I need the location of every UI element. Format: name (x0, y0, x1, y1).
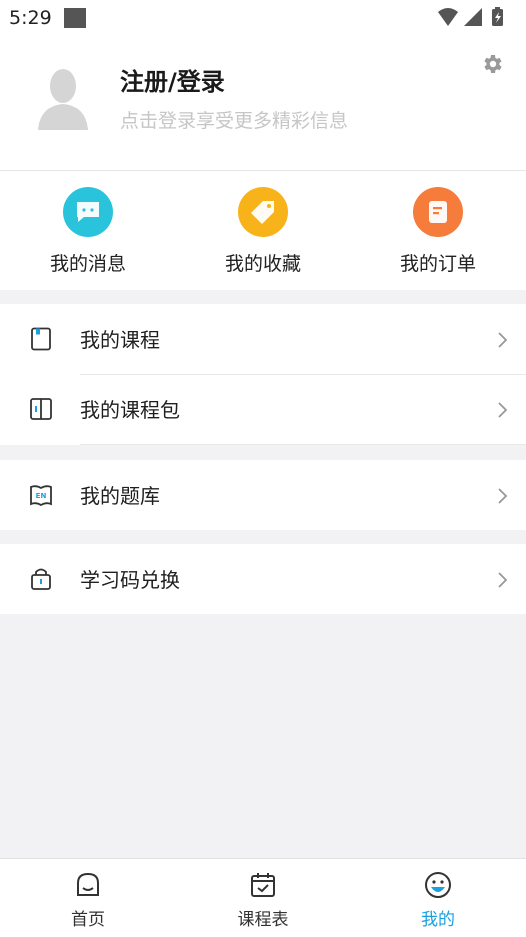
battery-icon (492, 7, 503, 26)
home-icon (77, 872, 99, 896)
redeem-code-icon (31, 568, 51, 590)
profile-face-icon (425, 872, 451, 898)
login-hint: 点击登录享受更多精彩信息 (120, 110, 349, 132)
quick-actions: 我的消息 我的收藏 我的订单 (0, 171, 526, 290)
chevron-right-icon (498, 572, 508, 588)
course-book-icon (31, 327, 51, 351)
menu-item-redeem-code[interactable]: 学习码兑换 (0, 544, 526, 614)
bottom-tab-bar: 首页 课程表 我的 (0, 858, 526, 937)
tab-profile[interactable]: 我的 (378, 871, 498, 930)
tab-label-profile: 我的 (421, 910, 455, 930)
menu-label-redeem-code: 学习码兑换 (80, 568, 180, 592)
login-register-link[interactable]: 注册/登录 (120, 62, 225, 97)
divider (80, 444, 526, 445)
schedule-icon (251, 873, 275, 897)
status-time: 5:29 (9, 7, 52, 29)
menu-item-my-question-bank[interactable]: EN 我的题库 (0, 460, 526, 530)
tab-label-schedule: 课程表 (237, 910, 289, 930)
settings-gear-icon[interactable] (480, 52, 504, 76)
status-bar: 5:29 (0, 0, 526, 36)
menu-item-my-courses[interactable]: 我的课程 (0, 304, 526, 374)
notification-icon (64, 8, 86, 28)
my-favorites-button[interactable]: 我的收藏 (198, 187, 328, 276)
menu-label-my-question-bank: 我的题库 (80, 484, 160, 508)
question-bank-icon: EN (30, 485, 52, 507)
wifi-icon (438, 8, 458, 26)
menu-group-question-bank: EN 我的题库 (0, 460, 526, 530)
signal-icon (464, 8, 482, 26)
chevron-right-icon (498, 488, 508, 504)
tag-icon (238, 187, 288, 237)
tab-label-home: 首页 (71, 910, 105, 930)
menu-item-my-course-packages[interactable]: 我的课程包 (0, 374, 526, 444)
my-orders-label: 我的订单 (399, 253, 476, 275)
chevron-right-icon (498, 402, 508, 418)
tab-schedule[interactable]: 课程表 (203, 871, 323, 930)
chevron-right-icon (498, 332, 508, 348)
course-package-icon (30, 398, 52, 420)
avatar-icon[interactable] (36, 66, 90, 130)
message-icon (63, 187, 113, 237)
my-orders-button[interactable]: 我的订单 (373, 187, 503, 276)
menu-group-redeem: 学习码兑换 (0, 544, 526, 614)
svg-text:EN: EN (36, 492, 47, 500)
order-icon (413, 187, 463, 237)
menu-label-my-courses: 我的课程 (80, 328, 160, 352)
menu-label-my-course-packages: 我的课程包 (80, 398, 180, 422)
menu-group-courses: 我的课程 我的课程包 (0, 304, 526, 445)
tab-home[interactable]: 首页 (28, 871, 148, 930)
my-messages-label: 我的消息 (49, 253, 126, 275)
my-favorites-label: 我的收藏 (224, 253, 301, 275)
my-messages-button[interactable]: 我的消息 (23, 187, 153, 276)
status-icons (436, 6, 516, 28)
profile-header[interactable]: 注册/登录 点击登录享受更多精彩信息 (0, 36, 526, 171)
